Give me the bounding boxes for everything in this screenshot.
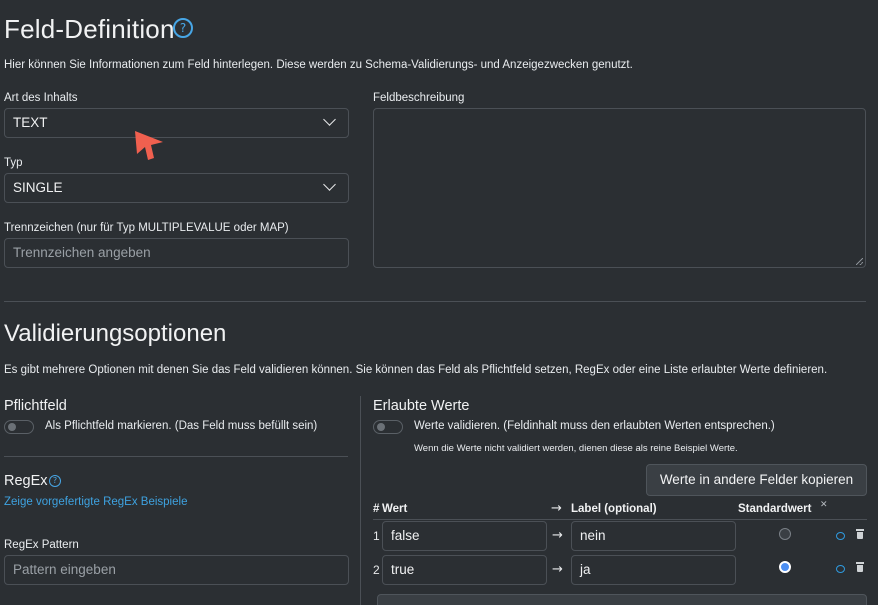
divider: [4, 301, 866, 302]
content-type-select[interactable]: TEXT: [4, 108, 349, 138]
separator-input[interactable]: Trennzeichen angeben: [4, 238, 349, 268]
toggle-knob: [8, 423, 16, 431]
allowed-values-heading: Erlaubte Werte: [373, 398, 470, 414]
help-icon[interactable]: ?: [49, 475, 61, 487]
value-text: true: [391, 562, 415, 577]
comment-icon[interactable]: [836, 565, 845, 573]
value-input[interactable]: false: [382, 521, 547, 551]
add-value-button[interactable]: [377, 594, 867, 605]
col-label-header: Label (optional): [571, 503, 657, 515]
row-number: 2: [373, 563, 380, 577]
clear-default-icon[interactable]: ✕: [820, 500, 828, 510]
cursor-arrow-icon: [135, 131, 163, 160]
row-arrow: →: [552, 562, 563, 577]
table-header-divider: [373, 519, 867, 520]
content-type-value: TEXT: [13, 115, 48, 130]
content-type-label: Art des Inhalts: [4, 92, 78, 104]
label-input[interactable]: ja: [571, 555, 736, 585]
row-arrow: →: [552, 528, 563, 543]
value-text: false: [391, 528, 420, 543]
regex-pattern-input[interactable]: Pattern eingeben: [4, 555, 349, 585]
field-description-label: Feldbeschreibung: [373, 92, 465, 104]
help-icon[interactable]: ?: [173, 18, 193, 38]
default-radio[interactable]: [779, 528, 791, 540]
toggle-knob: [377, 423, 385, 431]
validate-values-toggle[interactable]: [373, 420, 403, 434]
required-toggle-label: Als Pflichtfeld markieren. (Das Feld mus…: [45, 420, 318, 432]
copy-values-button[interactable]: Werte in andere Felder kopieren: [646, 464, 867, 496]
required-toggle[interactable]: [4, 420, 34, 434]
separator-placeholder: Trennzeichen angeben: [13, 245, 151, 260]
label-text: nein: [580, 528, 606, 543]
trash-icon[interactable]: [856, 529, 864, 539]
resize-handle-icon[interactable]: [856, 258, 863, 265]
row-number: 1: [373, 529, 380, 543]
validation-title: Validierungsoptionen: [4, 320, 227, 347]
type-select[interactable]: SINGLE: [4, 173, 349, 203]
chevron-down-icon: [323, 113, 336, 126]
type-value: SINGLE: [13, 180, 63, 195]
field-description-textarea[interactable]: [373, 108, 866, 268]
col-value-header: Wert: [382, 503, 408, 515]
page-title: Feld-Definition: [4, 14, 175, 44]
validate-values-note: Wenn die Werte nicht validiert werden, d…: [414, 443, 738, 454]
page: Feld-Definition ? Hier können Sie Inform…: [0, 0, 878, 605]
required-heading: Pflichtfeld: [4, 398, 67, 414]
label-input[interactable]: nein: [571, 521, 736, 551]
column-divider: [360, 396, 361, 605]
regex-pattern-label: RegEx Pattern: [4, 539, 79, 551]
comment-icon[interactable]: [836, 532, 845, 540]
field-definition-description: Hier können Sie Informationen zum Feld h…: [4, 59, 633, 71]
chevron-down-icon: [323, 178, 336, 191]
trash-icon[interactable]: [856, 562, 864, 572]
default-radio-selected[interactable]: [779, 561, 791, 573]
col-arrow-header: →: [551, 501, 562, 516]
separator-label: Trennzeichen (nur für Typ MULTIPLEVALUE …: [4, 222, 289, 234]
validation-description: Es gibt mehrere Optionen mit denen Sie d…: [4, 364, 828, 376]
col-hash-header: #: [373, 503, 380, 515]
type-label: Typ: [4, 157, 23, 169]
regex-heading: RegEx: [4, 473, 48, 489]
value-input[interactable]: true: [382, 555, 547, 585]
label-text: ja: [580, 562, 591, 577]
regex-examples-link[interactable]: Zeige vorgefertigte RegEx Beispiele: [4, 496, 187, 508]
regex-pattern-placeholder: Pattern eingeben: [13, 562, 116, 577]
validate-values-label: Werte validieren. (Feldinhalt muss den e…: [414, 420, 775, 432]
divider: [4, 456, 348, 457]
col-default-header: Standardwert: [738, 503, 812, 515]
